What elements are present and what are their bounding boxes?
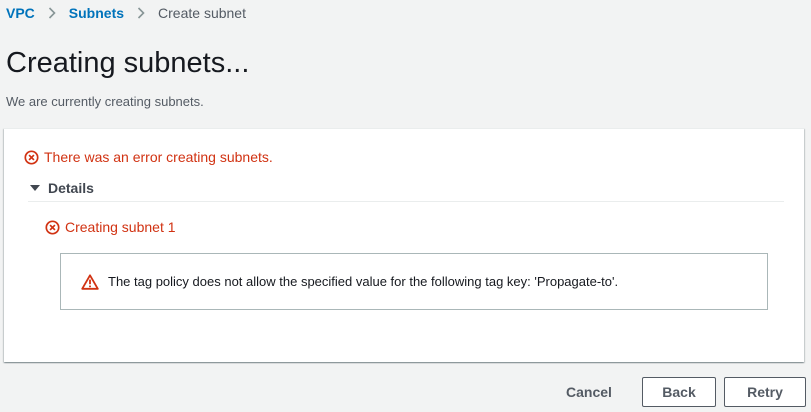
error-alert: The tag policy does not allow the specif… [60,253,768,310]
alert-message: The tag policy does not allow the specif… [108,274,619,289]
details-toggle[interactable]: Details [30,180,94,196]
chevron-right-icon [35,4,69,22]
breadcrumb-current: Create subnet [158,5,246,21]
details-label: Details [48,180,94,196]
caret-down-icon [30,183,40,193]
details-divider [28,201,784,202]
chevron-right-icon [124,4,158,22]
warning-triangle-icon [81,273,99,290]
back-button[interactable]: Back [642,377,716,407]
status-panel: There was an error creating subnets. Det… [4,128,804,362]
error-circle-x-icon [45,219,60,235]
page-description: We are currently creating subnets. [6,94,204,109]
breadcrumb-subnets-link[interactable]: Subnets [69,5,124,21]
retry-button[interactable]: Retry [724,377,806,407]
page-title: Creating subnets... [6,47,250,79]
error-circle-x-icon [24,149,39,165]
subnet-error-label: Creating subnet 1 [65,219,176,235]
error-status: There was an error creating subnets. [24,148,273,166]
cancel-button[interactable]: Cancel [556,377,622,407]
breadcrumb: VPC Subnets Create subnet [6,4,246,22]
breadcrumb-vpc-link[interactable]: VPC [6,5,35,21]
error-message: There was an error creating subnets. [44,149,273,165]
subnet-error-status: Creating subnet 1 [45,218,176,236]
